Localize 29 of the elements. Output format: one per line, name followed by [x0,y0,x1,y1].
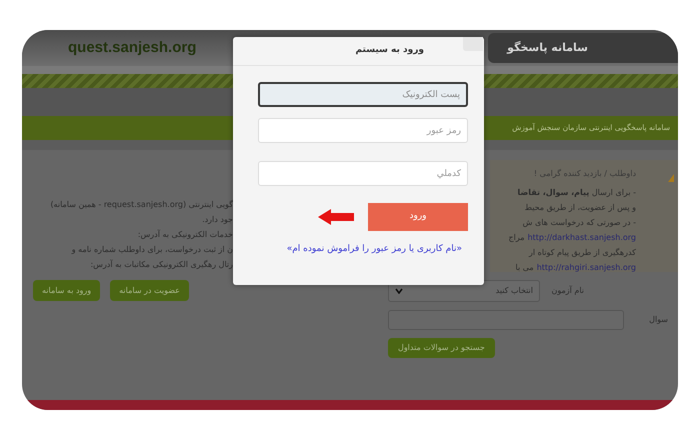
site-address: quest.sanjesh.org [68,38,196,58]
dialog-title: ورود به سیستم [355,44,424,58]
notice-text: جود دارد. [202,214,233,226]
corner-mark-icon [668,174,674,182]
notice-text: گویی اینترنتی (request.sanjesh.org - همین سامانه) [50,199,233,211]
notice-text: کدرهگیری از طریق پیام کوتاه ار [529,247,636,259]
account-button[interactable]: عضویت در سامانه [110,280,189,301]
caret-icon [395,288,403,294]
close-button[interactable] [463,37,483,51]
exam-label: نام آزمون [550,285,584,297]
question-label: سوال [648,314,668,326]
arrow-left-icon [318,209,354,225]
notice-link[interactable]: http://darkhast.sanjesh.org [528,232,636,244]
notice-link[interactable]: http://rahgiri.sanjesh.org [536,262,636,274]
notice-text: و پس از عضویت، از طریق محیط [524,202,636,214]
account-button[interactable]: ورود به سامانه [33,280,100,301]
login-button[interactable]: ورود [368,203,468,231]
notice-text: رتال رهگیری الکترونیکی مکاتبات به آدرس: [90,259,233,271]
notice-text: - برای ارسال پیام، سوال، تقاضا [517,187,636,199]
notice-text: ن از ثبت درخواست، برای داوطلب شماره نامه و [72,244,233,256]
input-field[interactable]: پست الکترونیک [258,82,468,107]
banner-title: سامانه پاسخگو [507,40,588,56]
notice-text: می با [516,262,534,274]
forgot-password-link[interactable]: «نام کاربری یا رمز عبور را فراموش نموده ام» [286,243,462,256]
search-button[interactable]: جستجو در سوالات متداول [388,338,495,358]
notice-text: خدمات الکترونیکی به آدرس: [138,229,233,241]
exam-select-value: انتخاب کنید [496,285,533,297]
notice-text: - در صورتی که درخواست های ش [522,217,636,229]
notice-text: مراج [508,232,525,244]
